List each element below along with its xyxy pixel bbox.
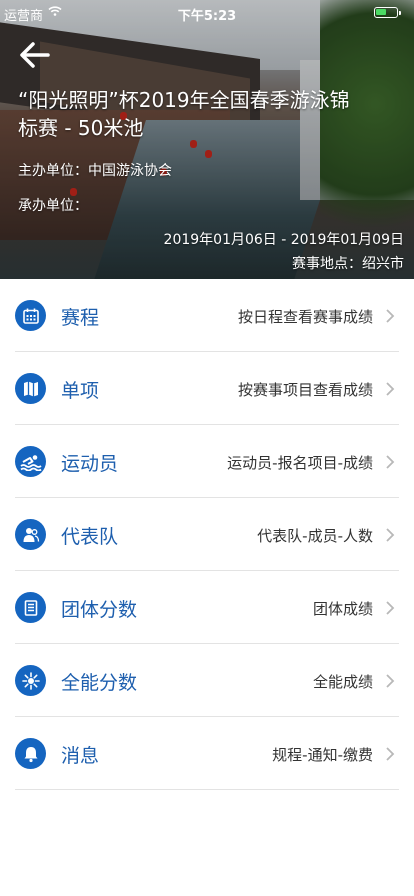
chevron-right-icon <box>385 308 395 324</box>
medal-icon <box>15 665 46 696</box>
host-text: 承办单位： <box>18 198 88 214</box>
menu-item-label: 赛程 <box>61 307 100 329</box>
chevron-right-icon <box>385 746 395 762</box>
menu-item-label: 全能分数 <box>61 672 138 694</box>
event-title: “阳光照明”杯2019年全国春季游泳锦标赛 - 50米池 <box>18 88 350 140</box>
chevron-right-icon <box>385 454 395 470</box>
battery-tip <box>399 10 401 15</box>
menu-item-description: 运动员-报名项目-成绩 <box>227 454 373 472</box>
back-arrow-icon <box>20 42 50 68</box>
menu-item-events[interactable]: 单项 按赛事项目查看成绩 <box>15 352 399 425</box>
chevron-right-icon <box>385 673 395 689</box>
bell-icon <box>15 738 46 769</box>
event-header: 运营商 下午5:23 “阳光照明”杯2019年全国春季游泳锦标赛 - 50米池 … <box>0 0 414 279</box>
team-icon <box>15 519 46 550</box>
event-dates: 2019年01月06日 - 2019年01月09日 <box>163 232 404 248</box>
menu-item-description: 团体成绩 <box>312 600 373 618</box>
chevron-right-icon <box>385 527 395 543</box>
map-icon <box>15 373 46 404</box>
menu-item-description: 按赛事项目查看成绩 <box>237 381 373 399</box>
menu-item-label: 消息 <box>61 745 100 767</box>
menu-item-description: 代表队-成员-人数 <box>257 527 373 545</box>
menu-item-label: 运动员 <box>61 453 119 475</box>
menu-list: 赛程 按日程查看赛事成绩 单项 按赛事项目查看成绩 运动员 运动员-报名项目-成… <box>0 279 414 790</box>
status-bar: 运营商 下午5:23 <box>0 0 414 24</box>
event-location: 赛事地点：绍兴市 <box>292 256 404 272</box>
menu-item-label: 团体分数 <box>61 599 138 621</box>
menu-item-description: 全能成绩 <box>312 673 373 691</box>
clock: 下午5:23 <box>177 9 237 24</box>
menu-item-team-scores[interactable]: 团体分数 团体成绩 <box>15 571 399 644</box>
menu-item-messages[interactable]: 消息 规程-通知-缴费 <box>15 717 399 790</box>
battery-icon <box>374 7 401 18</box>
menu-item-teams[interactable]: 代表队 代表队-成员-人数 <box>15 498 399 571</box>
menu-item-label: 代表队 <box>61 526 119 548</box>
battery-level <box>376 9 387 15</box>
menu-item-athletes[interactable]: 运动员 运动员-报名项目-成绩 <box>15 425 399 498</box>
back-button[interactable] <box>18 40 52 70</box>
organizer-text: 主办单位：中国游泳协会 <box>18 163 172 179</box>
menu-item-label: 单项 <box>61 380 100 402</box>
document-icon <box>15 592 46 623</box>
swimmer-icon <box>15 446 46 477</box>
menu-item-schedule[interactable]: 赛程 按日程查看赛事成绩 <box>15 279 399 352</box>
menu-item-description: 规程-通知-缴费 <box>272 746 373 764</box>
calendar-icon <box>15 300 46 331</box>
chevron-right-icon <box>385 381 395 397</box>
chevron-right-icon <box>385 600 395 616</box>
menu-item-description: 按日程查看赛事成绩 <box>237 308 373 326</box>
menu-item-allround-scores[interactable]: 全能分数 全能成绩 <box>15 644 399 717</box>
